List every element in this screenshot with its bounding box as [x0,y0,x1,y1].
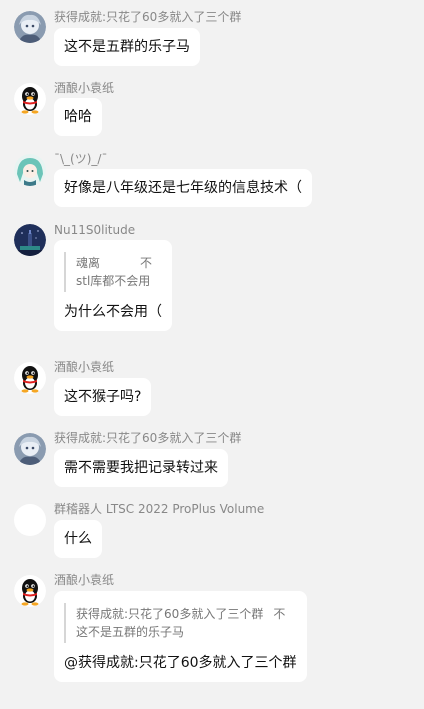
message-bubble[interactable]: 这不是五群的乐子马 [54,28,200,66]
qq-penguin-avatar-icon[interactable] [14,83,46,115]
message-text: 为什么不会用（ [64,304,162,320]
chibi-teal-hair-avatar-icon[interactable] [14,154,46,186]
night-tower-avatar-icon[interactable] [14,224,46,256]
sender-name[interactable]: 群稽器人 LTSC 2022 ProPlus Volume [54,502,264,516]
quote-text: stl库都不会用 [76,274,151,288]
quote-tag: 不 [140,256,153,270]
qq-penguin-avatar-icon[interactable] [14,575,46,607]
quote-author: 魂离 [76,256,101,270]
quoted-message[interactable]: 魂离 不 stl库都不会用 [64,252,162,292]
sender-name[interactable]: 获得成就:只花了60多就入了三个群 [54,10,241,24]
message-bubble[interactable]: 魂离 不 stl库都不会用 为什么不会用（ [54,240,172,331]
qq-penguin-avatar-icon[interactable] [14,362,46,394]
message-bubble[interactable]: 需不需要我把记录转过来 [54,449,228,487]
message-bubble[interactable]: 哈哈 [54,98,102,136]
message-bubble[interactable]: 获得成就:只花了60多就入了三个群不 这不是五群的乐子马 @获得成就:只花了60… [54,591,307,682]
sender-name[interactable]: 酒酿小袁纸 [54,81,114,95]
message-bubble[interactable]: 好像是八年级还是七年级的信息技术（ [54,169,312,207]
quote-tag: 不 [273,607,286,621]
sender-name[interactable]: ¯\_(ツ)_/¯ [54,152,107,166]
blank-avatar-icon[interactable] [14,504,46,536]
quoted-message[interactable]: 获得成就:只花了60多就入了三个群不 这不是五群的乐子马 [64,603,297,643]
quote-header: 获得成就:只花了60多就入了三个群不 [76,605,297,623]
anime-girl-avatar-icon[interactable] [14,11,46,43]
quote-header: 魂离 不 [76,254,162,272]
sender-name[interactable]: 酒酿小袁纸 [54,360,114,374]
anime-girl-avatar-icon[interactable] [14,433,46,465]
sender-name[interactable]: Nu11S0litude [54,223,135,237]
message-bubble[interactable]: 这不猴子吗? [54,378,152,416]
sender-name[interactable]: 酒酿小袁纸 [54,573,114,587]
message-bubble[interactable]: 什么 [54,520,102,558]
message-text: @获得成就:只花了60多就入了三个群 [64,655,297,671]
quote-text: 这不是五群的乐子马 [76,625,185,639]
sender-name[interactable]: 获得成就:只花了60多就入了三个群 [54,431,241,445]
chat-message-list: 获得成就:只花了60多就入了三个群 这不是五群的乐子马 酒酿小袁纸 哈哈 ¯\_… [0,0,424,709]
quote-author: 获得成就:只花了60多就入了三个群 [76,607,264,621]
